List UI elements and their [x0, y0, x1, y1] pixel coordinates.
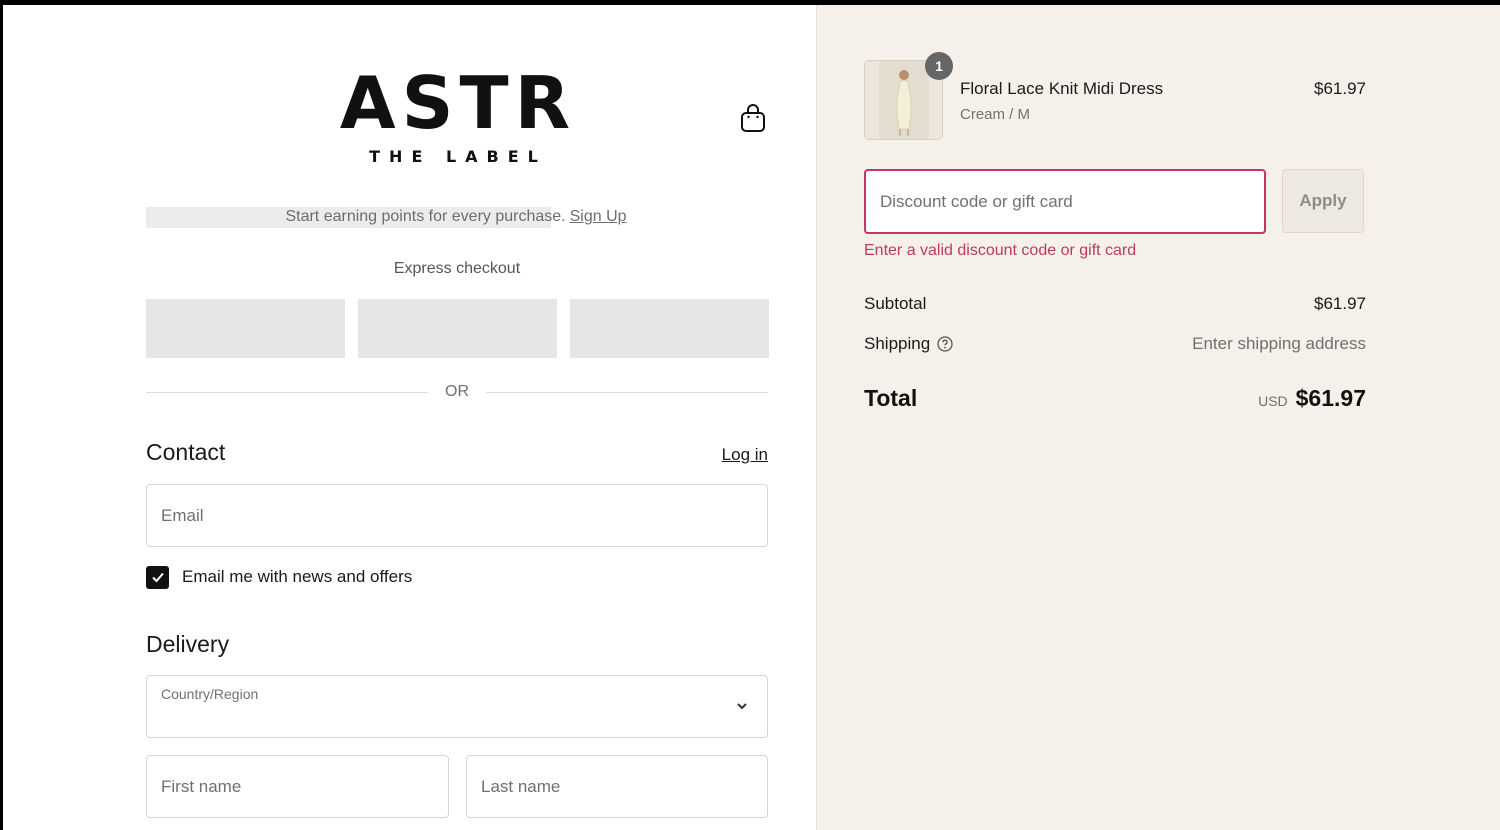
loyalty-banner: Start earning points for every purchase.… [146, 208, 766, 226]
first-name-field[interactable] [146, 755, 449, 818]
divider-line-right [486, 392, 768, 393]
brand-tagline: THE LABEL [369, 147, 547, 166]
total-label: Total [864, 385, 918, 411]
discount-error-message: Enter a valid discount code or gift card [864, 242, 1137, 259]
divider-line-left [146, 392, 428, 393]
delivery-heading: Delivery [146, 631, 230, 657]
product-name: Floral Lace Knit Midi Dress [960, 79, 1164, 98]
country-region-select[interactable]: Country/Region [146, 675, 768, 738]
checkmark-icon [151, 572, 164, 583]
shipping-value: Enter shipping address [1192, 334, 1366, 353]
log-in-link[interactable]: Log in [722, 445, 768, 465]
newsletter-label: Email me with news and offers [182, 567, 413, 586]
last-name-field[interactable] [466, 755, 768, 818]
total-value-group: USD $61.97 [1258, 385, 1366, 412]
quantity-badge: 1 [925, 52, 953, 80]
discount-code-input[interactable] [866, 171, 1264, 232]
express-pay-button-1[interactable] [146, 299, 345, 358]
express-checkout-title: Express checkout [393, 260, 521, 277]
total-amount: $61.97 [1295, 385, 1366, 411]
first-name-input[interactable] [147, 756, 448, 817]
order-summary-column: 1 Floral Lace Knit Midi Dress Cream / M … [816, 5, 1500, 830]
chevron-down-icon [737, 703, 747, 710]
help-icon[interactable] [937, 336, 953, 352]
checkout-form-column: ASTR THE LABEL Start earning points for … [3, 5, 816, 830]
country-region-label: Country/Region [161, 686, 259, 702]
product-variant: Cream / M [960, 106, 1031, 123]
express-pay-button-2[interactable] [358, 299, 557, 358]
subtotal-value: $61.97 [1314, 294, 1366, 313]
or-label: OR [445, 383, 469, 400]
email-field[interactable] [146, 484, 768, 547]
newsletter-option[interactable]: Email me with news and offers [146, 565, 413, 589]
brand-name: ASTR [339, 61, 577, 145]
sign-up-link[interactable]: Sign Up [570, 208, 627, 225]
email-input[interactable] [147, 485, 767, 546]
contact-heading: Contact [146, 439, 226, 465]
brand-logo[interactable]: ASTR THE LABEL [333, 65, 583, 166]
loyalty-text: Start earning points for every purchase. [285, 208, 566, 225]
shopping-bag-icon[interactable] [740, 103, 766, 133]
subtotal-label: Subtotal [864, 294, 927, 313]
newsletter-checkbox[interactable] [146, 565, 169, 589]
or-divider: OR [146, 383, 768, 403]
product-price: $61.97 [1314, 79, 1366, 98]
shipping-label-group: Shipping [864, 334, 953, 354]
express-pay-button-3[interactable] [570, 299, 769, 358]
discount-code-field[interactable] [864, 169, 1266, 234]
last-name-input[interactable] [467, 756, 767, 817]
checkout-page: ASTR THE LABEL Start earning points for … [3, 5, 1500, 830]
shipping-label: Shipping [864, 334, 931, 353]
apply-discount-button[interactable]: Apply [1282, 169, 1364, 233]
currency-code: USD [1258, 393, 1288, 409]
